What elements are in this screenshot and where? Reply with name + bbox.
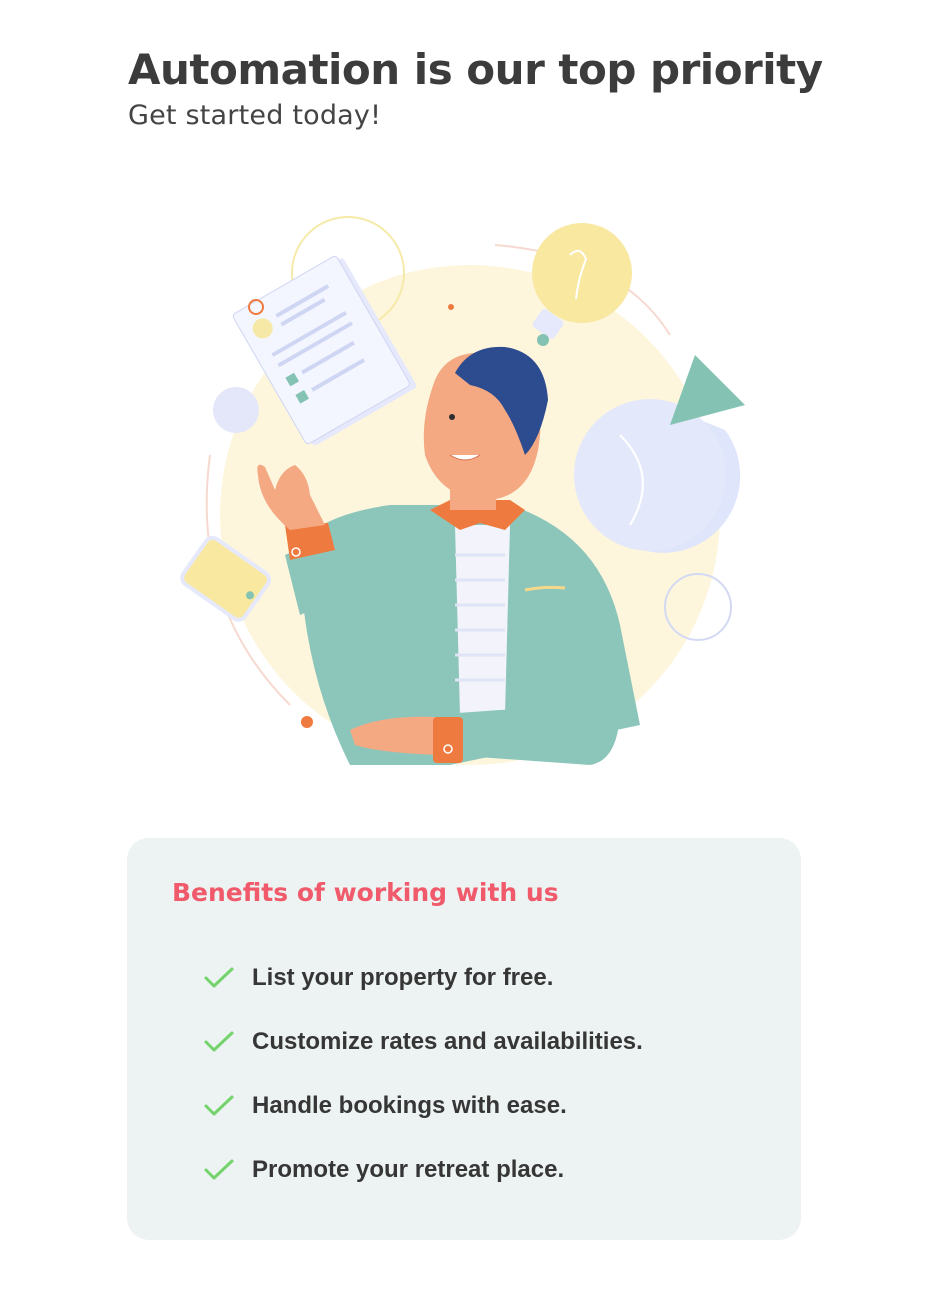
- check-icon: [204, 1159, 234, 1180]
- benefits-card: Benefits of working with us List your pr…: [127, 838, 801, 1240]
- person-with-ideas-illustration: [180, 216, 745, 765]
- check-icon: [204, 967, 234, 988]
- list-item: List your property for free.: [203, 946, 643, 1010]
- check-icon: [204, 1095, 234, 1116]
- benefits-title: Benefits of working with us: [172, 878, 559, 907]
- list-item: Customize rates and availabilities.: [203, 1010, 643, 1074]
- benefit-label: List your property for free.: [252, 964, 554, 991]
- page-header: Automation is our top priority Get start…: [128, 44, 828, 131]
- benefit-label: Promote your retreat place.: [252, 1156, 565, 1183]
- list-item: Promote your retreat place.: [203, 1138, 643, 1202]
- hero-illustration: [150, 205, 785, 790]
- benefit-label: Customize rates and availabilities.: [252, 1028, 643, 1055]
- check-icon: [204, 1031, 234, 1052]
- page-subtitle: Get started today!: [128, 100, 382, 131]
- page-title: Automation is our top priority: [128, 45, 823, 94]
- list-item: Handle bookings with ease.: [203, 1074, 643, 1138]
- benefit-label: Handle bookings with ease.: [252, 1092, 567, 1119]
- benefits-list: List your property for free. Customize r…: [203, 946, 643, 1202]
- decor-circle: [213, 387, 259, 433]
